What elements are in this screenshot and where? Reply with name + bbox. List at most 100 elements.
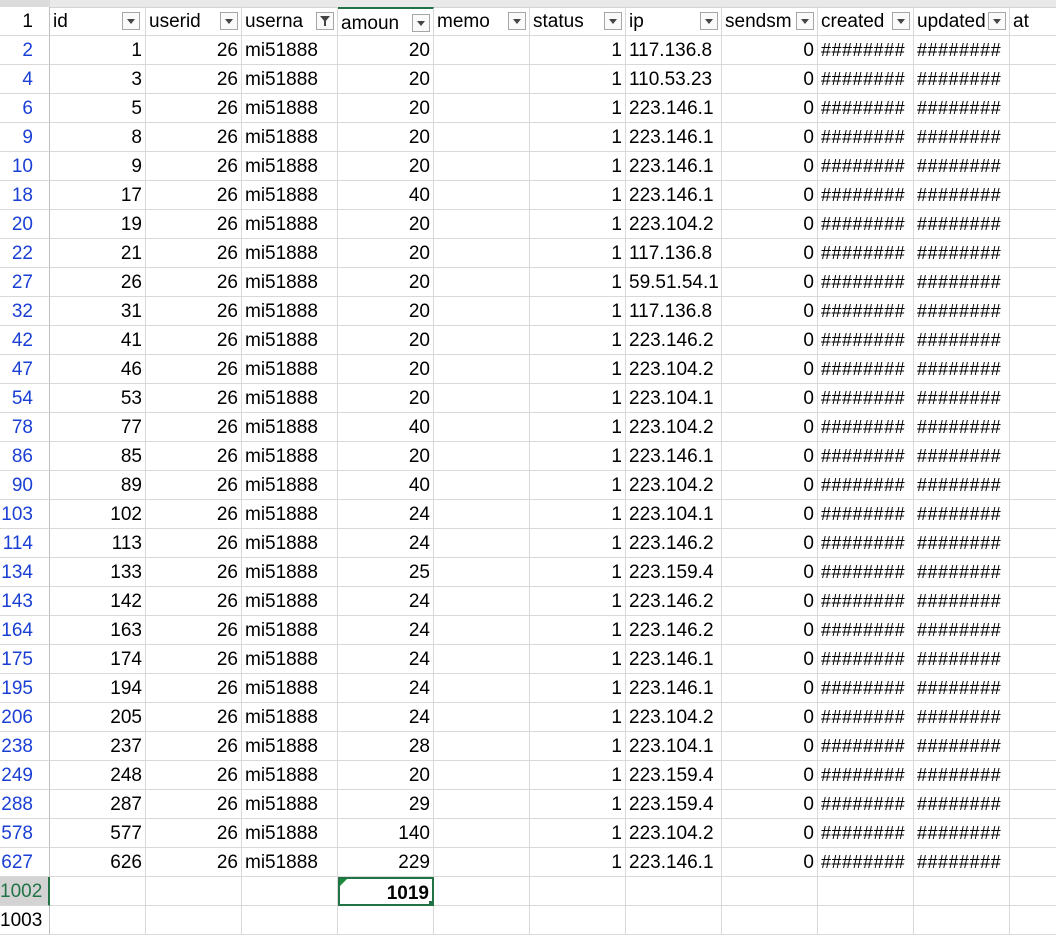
row-number[interactable]: 1003 (0, 906, 50, 935)
row-number[interactable]: 627 (0, 848, 50, 877)
cell-created[interactable]: ######## (818, 239, 914, 268)
cell[interactable] (434, 877, 530, 906)
cell-username[interactable]: mi51888 (242, 645, 338, 674)
cell[interactable] (50, 906, 146, 935)
cell-status[interactable]: 1 (530, 645, 626, 674)
cell-ip[interactable]: 223.104.1 (626, 732, 722, 761)
cell-updated[interactable]: ######## (914, 703, 1010, 732)
cell-sendsms[interactable]: 0 (722, 36, 818, 65)
cell[interactable] (1010, 65, 1056, 94)
cell-amount[interactable]: 29 (338, 790, 434, 819)
cell-ip[interactable]: 117.136.8 (626, 297, 722, 326)
cell-amount[interactable]: 20 (338, 36, 434, 65)
cell-username[interactable]: mi51888 (242, 210, 338, 239)
cell-username[interactable]: mi51888 (242, 500, 338, 529)
cell[interactable] (1010, 181, 1056, 210)
header-cell-amount[interactable]: amoun (338, 7, 434, 36)
cell[interactable] (434, 123, 530, 152)
cell[interactable] (1010, 529, 1056, 558)
cell-sendsms[interactable]: 0 (722, 123, 818, 152)
cell-userid[interactable]: 26 (146, 268, 242, 297)
row-number[interactable]: 578 (0, 819, 50, 848)
cell-id[interactable]: 194 (50, 674, 146, 703)
cell-updated[interactable]: ######## (914, 123, 1010, 152)
cell-amount[interactable]: 24 (338, 500, 434, 529)
cell-ip[interactable]: 223.146.1 (626, 442, 722, 471)
cell[interactable] (434, 906, 530, 935)
cell-status[interactable]: 1 (530, 529, 626, 558)
cell-created[interactable]: ######## (818, 558, 914, 587)
cell-userid[interactable]: 26 (146, 587, 242, 616)
cell-amount[interactable]: 20 (338, 65, 434, 94)
cell-userid[interactable]: 26 (146, 239, 242, 268)
cell[interactable] (818, 906, 914, 935)
cell-sendsms[interactable]: 0 (722, 558, 818, 587)
cell-sendsms[interactable]: 0 (722, 761, 818, 790)
cell-amount[interactable]: 20 (338, 442, 434, 471)
cell-amount[interactable]: 20 (338, 761, 434, 790)
header-cell-created[interactable]: created (818, 7, 914, 36)
cell[interactable] (1010, 761, 1056, 790)
cell-updated[interactable]: ######## (914, 790, 1010, 819)
cell[interactable] (1010, 152, 1056, 181)
cell-id[interactable]: 77 (50, 413, 146, 442)
cell-amount[interactable]: 24 (338, 674, 434, 703)
cell-userid[interactable]: 26 (146, 761, 242, 790)
cell-updated[interactable]: ######## (914, 442, 1010, 471)
cell-status[interactable]: 1 (530, 65, 626, 94)
row-number[interactable]: 86 (0, 442, 50, 471)
row-number[interactable]: 32 (0, 297, 50, 326)
cell[interactable] (1010, 326, 1056, 355)
cell[interactable] (818, 877, 914, 906)
cell-userid[interactable]: 26 (146, 500, 242, 529)
header-cell-ip[interactable]: ip (626, 7, 722, 36)
cell-updated[interactable]: ######## (914, 732, 1010, 761)
row-number[interactable]: 20 (0, 210, 50, 239)
cell[interactable] (1010, 268, 1056, 297)
cell-id[interactable]: 102 (50, 500, 146, 529)
cell-sendsms[interactable]: 0 (722, 210, 818, 239)
cell-ip[interactable]: 223.146.1 (626, 848, 722, 877)
cell-status[interactable]: 1 (530, 123, 626, 152)
cell-created[interactable]: ######## (818, 819, 914, 848)
cell-username[interactable]: mi51888 (242, 181, 338, 210)
cell-status[interactable]: 1 (530, 210, 626, 239)
cell[interactable] (1010, 558, 1056, 587)
row-number[interactable]: 9 (0, 123, 50, 152)
cell-status[interactable]: 1 (530, 152, 626, 181)
cell[interactable] (1010, 355, 1056, 384)
cell-created[interactable]: ######## (818, 384, 914, 413)
cell-ip[interactable]: 223.104.2 (626, 355, 722, 384)
cell-status[interactable]: 1 (530, 848, 626, 877)
cell[interactable] (434, 413, 530, 442)
cell-username[interactable]: mi51888 (242, 616, 338, 645)
header-cell-sendsms[interactable]: sendsm (722, 7, 818, 36)
cell-status[interactable]: 1 (530, 326, 626, 355)
row-number[interactable]: 1 (0, 7, 50, 36)
cell-updated[interactable]: ######## (914, 529, 1010, 558)
cell-id[interactable]: 237 (50, 732, 146, 761)
cell[interactable] (434, 587, 530, 616)
row-number[interactable]: 1002 (0, 877, 50, 906)
cell-created[interactable]: ######## (818, 790, 914, 819)
cell-username[interactable]: mi51888 (242, 152, 338, 181)
cell-id[interactable]: 577 (50, 819, 146, 848)
cell-created[interactable]: ######## (818, 326, 914, 355)
cell[interactable] (1010, 210, 1056, 239)
cell-userid[interactable]: 26 (146, 355, 242, 384)
cell-created[interactable]: ######## (818, 355, 914, 384)
cell-updated[interactable]: ######## (914, 326, 1010, 355)
cell-updated[interactable]: ######## (914, 558, 1010, 587)
cell-userid[interactable]: 26 (146, 819, 242, 848)
cell-amount[interactable]: 24 (338, 616, 434, 645)
cell-created[interactable]: ######## (818, 413, 914, 442)
cell-sendsms[interactable]: 0 (722, 152, 818, 181)
cell-username[interactable]: mi51888 (242, 94, 338, 123)
cell-status[interactable]: 1 (530, 819, 626, 848)
cell[interactable] (434, 181, 530, 210)
row-number[interactable]: 114 (0, 529, 50, 558)
cell[interactable] (434, 239, 530, 268)
cell-created[interactable]: ######## (818, 297, 914, 326)
cell-amount[interactable]: 20 (338, 326, 434, 355)
cell-status[interactable]: 1 (530, 297, 626, 326)
